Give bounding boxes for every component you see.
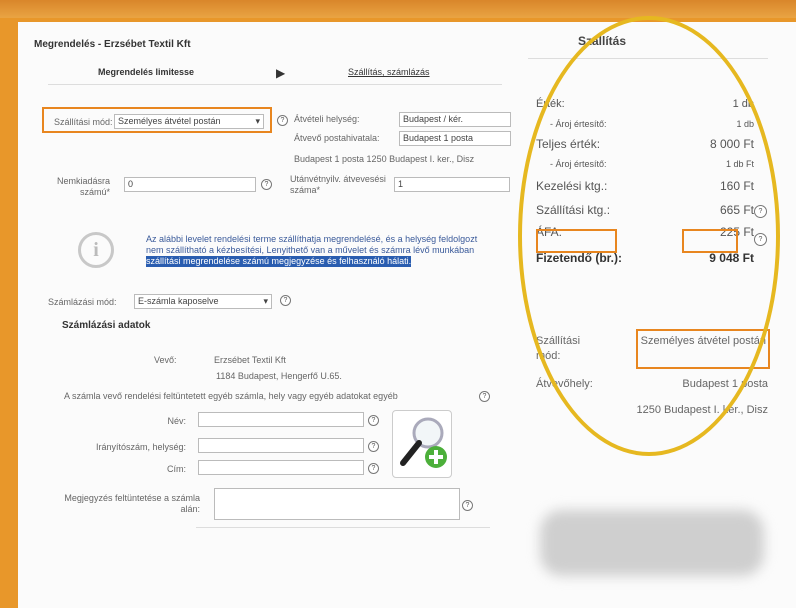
help-icon[interactable]: ? xyxy=(368,415,379,426)
street-label: Cím: xyxy=(167,464,186,474)
blurred-content xyxy=(540,510,764,576)
note-textarea[interactable] xyxy=(214,488,460,520)
office-label: Átvevő postahivatala: xyxy=(294,133,380,143)
vat-label: Nemkiadásra számú* xyxy=(56,176,110,197)
pickup-input[interactable]: Budapest / kér. xyxy=(399,112,511,127)
street-input[interactable] xyxy=(198,460,364,475)
buyer-name: Erzsébet Textil Kft xyxy=(214,355,286,365)
buyer-address: 1184 Budapest, Hengerfő U.65. xyxy=(216,371,342,381)
search-add-icon[interactable] xyxy=(392,410,452,478)
name-label: Név: xyxy=(167,416,186,426)
pickup-label: Átvételi helység: xyxy=(294,114,360,124)
notice-highlight: szállítási megrendelése számú megjegyzés… xyxy=(146,256,412,267)
help-icon[interactable]: ? xyxy=(479,391,490,402)
main-panel: Megrendelés - Erzsébet Textil Kft Megren… xyxy=(18,16,796,608)
note-label: Megjegyzés feltüntetése a számla alán: xyxy=(64,493,200,514)
info-icon: i xyxy=(78,232,114,268)
billing-title: Számlázási adatok xyxy=(62,320,151,331)
notice-text: Az alábbi levelet rendelési terme szállí… xyxy=(146,234,478,267)
step-arrow-icon: ▶ xyxy=(276,66,286,80)
zip-input[interactable] xyxy=(198,438,364,453)
help-icon[interactable]: ? xyxy=(368,441,379,452)
reg-label: Utánvétnyilv. átvevesési száma* xyxy=(290,174,386,195)
billing-method-label: Számlázási mód: xyxy=(48,297,117,307)
pickup-address: Budapest 1 posta 1250 Budapest I. ker., … xyxy=(294,154,475,164)
billing-method-select[interactable]: E-számla kaposelve ▾ xyxy=(134,294,272,309)
help-icon[interactable]: ? xyxy=(277,115,288,126)
office-input[interactable]: Budapest 1 posta xyxy=(399,131,511,146)
help-icon[interactable]: ? xyxy=(368,463,379,474)
step-shipping[interactable]: Szállítás, számlázás xyxy=(348,67,430,78)
help-icon[interactable]: ? xyxy=(261,179,272,190)
buyer-label: Vevő: xyxy=(154,355,177,365)
help-icon[interactable]: ? xyxy=(462,500,473,511)
zip-label: Irányítószám, helység: xyxy=(95,442,186,452)
step-current: Megrendelés limitesse xyxy=(98,67,195,77)
breadcrumb: Megrendelés - Erzsébet Textil Kft xyxy=(34,39,191,50)
top-strip xyxy=(0,0,796,18)
divider xyxy=(196,527,490,528)
reg-input[interactable]: 1 xyxy=(394,177,510,192)
divider xyxy=(48,84,502,85)
highlight-ellipse xyxy=(518,16,780,456)
vat-input[interactable]: 0 xyxy=(124,177,256,192)
shipping-method-highlight xyxy=(42,107,272,133)
name-input[interactable] xyxy=(198,412,364,427)
billing-instruction: A számla vevő rendelési feltüntetett egy… xyxy=(64,391,398,401)
help-icon[interactable]: ? xyxy=(280,295,291,306)
